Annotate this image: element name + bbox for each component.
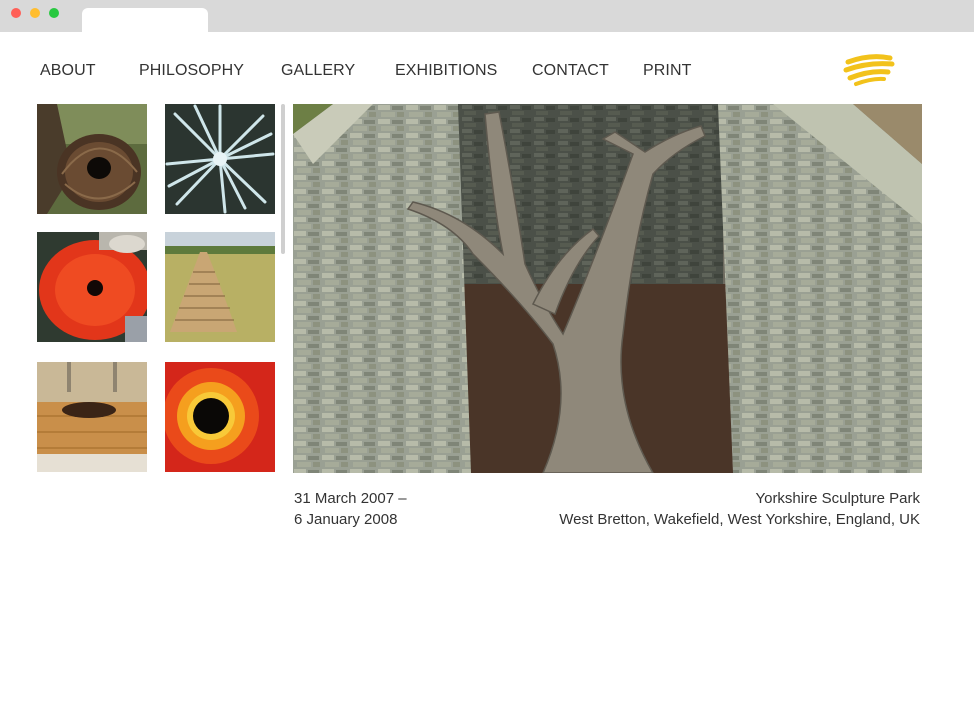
thumbnail-wooden-oval[interactable]	[37, 362, 147, 472]
thumbnail-woven-branch-ring[interactable]	[37, 104, 147, 214]
wooden-oval-image	[37, 362, 147, 472]
woven-branch-ring-image	[37, 104, 147, 214]
exhibition-start-date: 31 March 2007 –	[294, 490, 407, 507]
browser-tab[interactable]	[82, 8, 208, 32]
exhibition-venue: Yorkshire Sculpture Park	[755, 490, 920, 507]
browser-titlebar	[0, 0, 974, 32]
nav-contact[interactable]: CONTACT	[532, 62, 609, 80]
thumbnail-red-leaves[interactable]	[37, 232, 147, 342]
thumbnail-stone-cairn[interactable]	[165, 232, 275, 342]
thumbnail-ice-starburst[interactable]	[165, 104, 275, 214]
close-window-button[interactable]	[11, 8, 21, 18]
exhibition-location: West Bretton, Wakefield, West Yorkshire,…	[559, 511, 920, 528]
nav-print[interactable]: PRINT	[643, 62, 692, 80]
stone-cairn-image	[165, 232, 275, 342]
nav-about[interactable]: ABOUT	[40, 62, 96, 80]
red-leaves-image	[37, 232, 147, 342]
exhibition-end-date: 6 January 2008	[294, 511, 398, 528]
exhibition-dates: 31 March 2007 – 6 January 2008	[294, 488, 407, 530]
ice-starburst-image	[165, 104, 275, 214]
featured-artwork-image	[293, 104, 922, 473]
nav-philosophy[interactable]: PHILOSOPHY	[139, 62, 244, 80]
orange-vortex-image	[165, 362, 275, 472]
brush-stroke-logo-icon[interactable]	[842, 52, 898, 88]
thumbnail-orange-vortex[interactable]	[165, 362, 275, 472]
maximize-window-button[interactable]	[49, 8, 59, 18]
exhibition-venue-block: Yorkshire Sculpture Park West Bretton, W…	[559, 488, 920, 530]
nav-gallery[interactable]: GALLERY	[281, 62, 355, 80]
minimize-window-button[interactable]	[30, 8, 40, 18]
stone-wall-tree-image	[293, 104, 922, 473]
nav-exhibitions[interactable]: EXHIBITIONS	[395, 62, 497, 80]
thumbnail-scrollbar-thumb[interactable]	[281, 104, 285, 254]
